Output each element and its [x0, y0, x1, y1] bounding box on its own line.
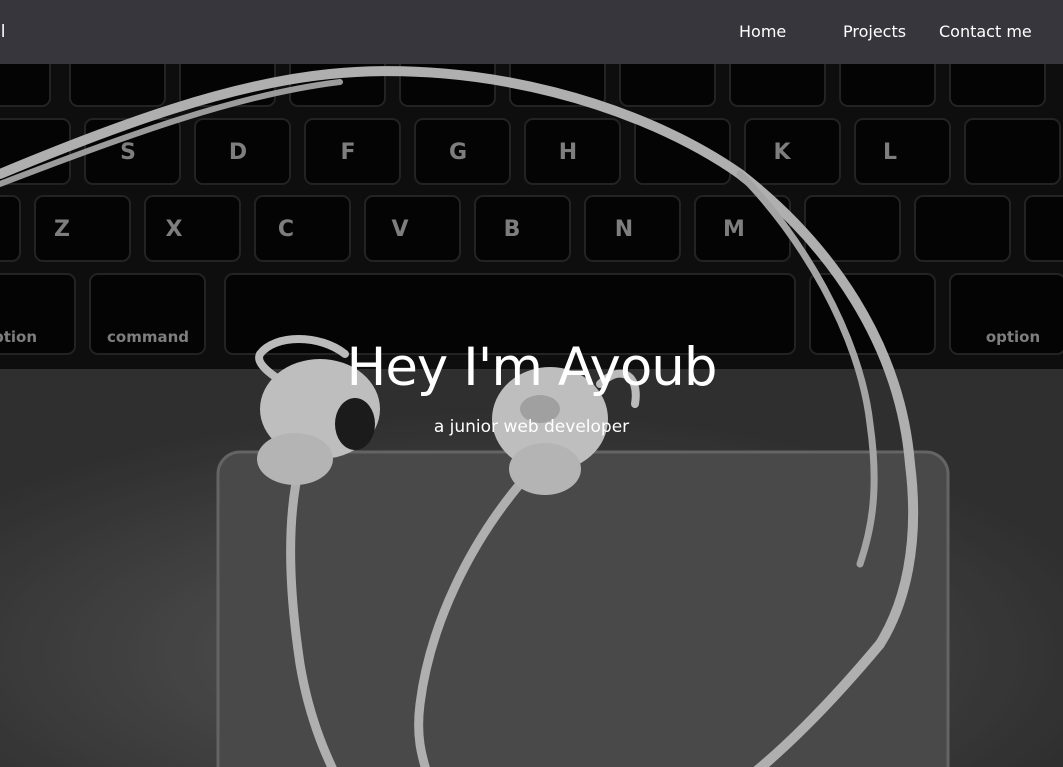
- navbar: il Home Projects Contact me: [0, 0, 1063, 64]
- nav-link-home[interactable]: Home: [739, 22, 786, 42]
- hero-subtitle: a junior web developer: [433, 417, 630, 437]
- hero-title: Hey I'm Ayoub: [346, 337, 717, 398]
- brand-logo[interactable]: il: [0, 21, 5, 43]
- nav-link-contact[interactable]: Contact me: [939, 22, 1032, 42]
- hero-section: S D F G H K L Z X C V B N M command ptio…: [0, 64, 1063, 767]
- nav-link-projects[interactable]: Projects: [843, 22, 906, 42]
